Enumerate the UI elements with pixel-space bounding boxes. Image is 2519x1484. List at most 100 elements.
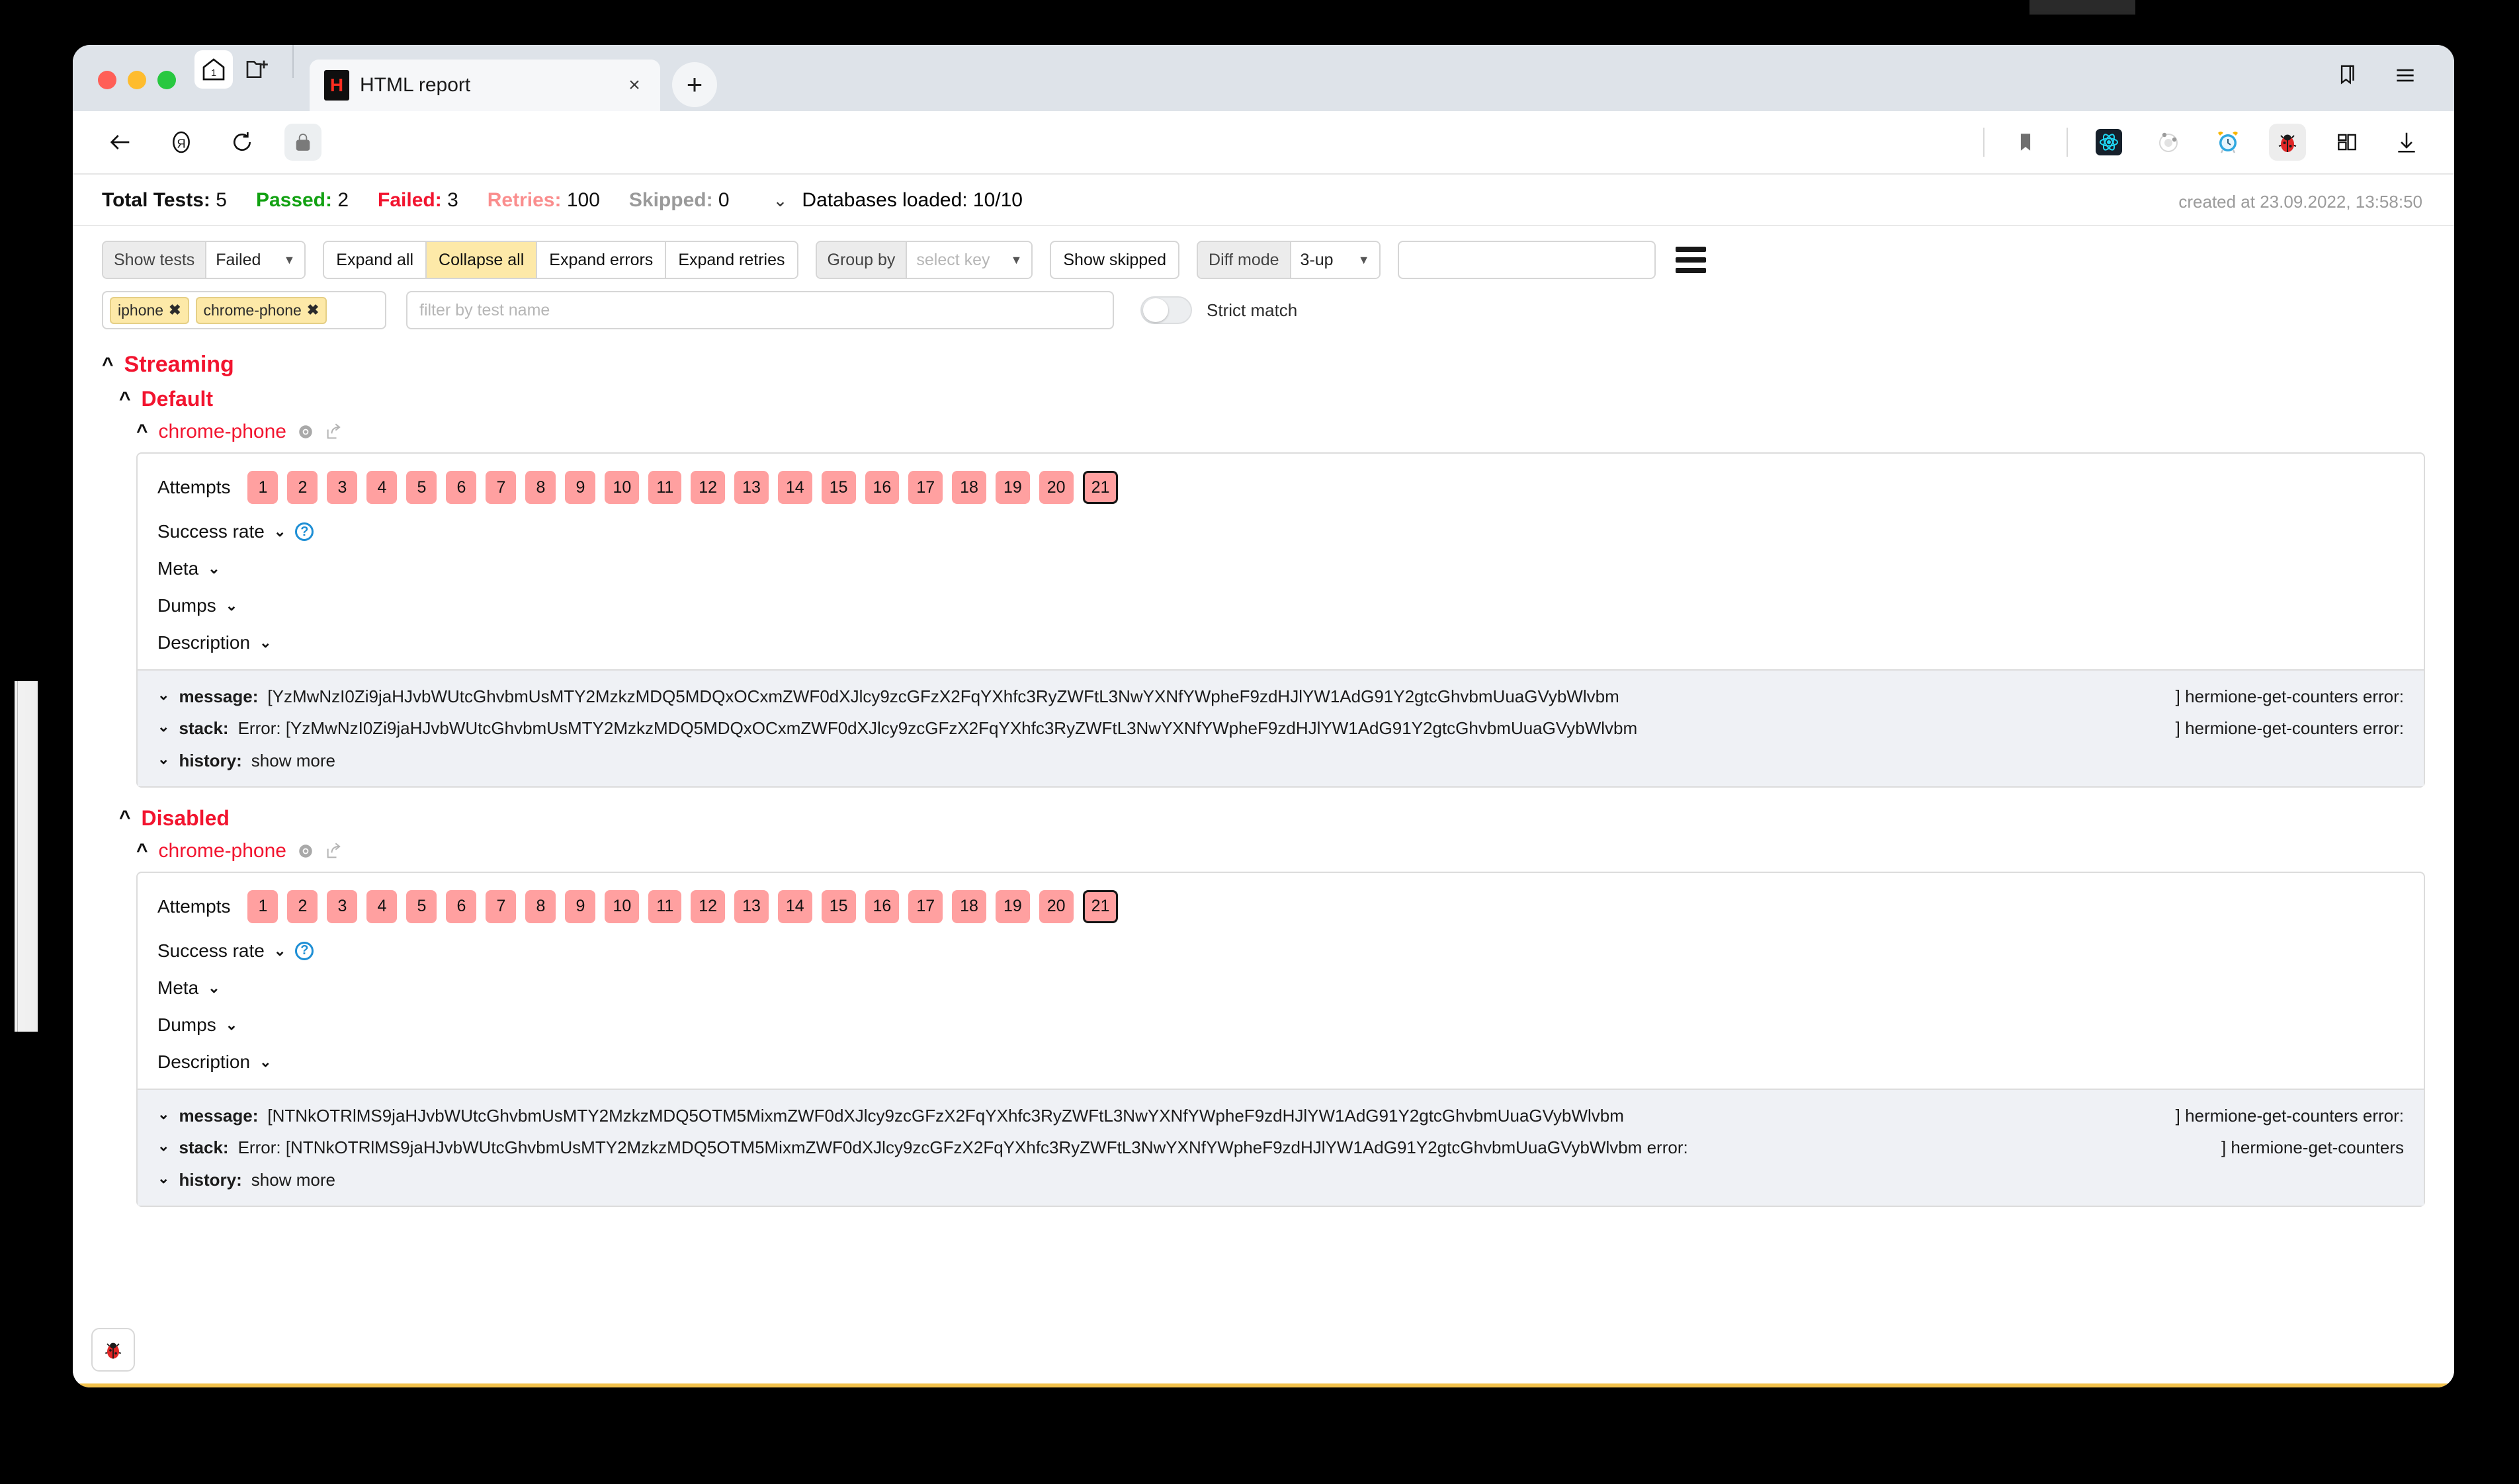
chevron-down-icon[interactable]: ⌄ (773, 190, 788, 211)
eye-icon[interactable] (297, 423, 314, 440)
attempt-badge[interactable]: 16 (865, 890, 900, 923)
attempt-badge[interactable]: 20 (1039, 890, 1074, 923)
expand-all-button[interactable]: Expand all (324, 242, 427, 278)
chevron-down-icon[interactable]: ⌄ (274, 942, 286, 960)
error-stack-line[interactable]: ⌄ stack: Error: [YzMwNzI0Zi9jaHJvbWUtcGh… (157, 717, 2404, 739)
attempt-badge[interactable]: 18 (952, 471, 986, 504)
show-tests-select[interactable]: Failed ▼ (205, 242, 304, 278)
attempt-badge[interactable]: 14 (778, 890, 812, 923)
chevron-down-icon[interactable]: ⌄ (157, 1169, 169, 1188)
extensions-puzzle-icon[interactable] (2328, 124, 2366, 161)
attempt-badge[interactable]: 4 (366, 890, 397, 923)
bookmark-icon[interactable] (2007, 124, 2044, 161)
chevron-down-icon[interactable]: ⌄ (157, 1136, 169, 1155)
group-by-select[interactable]: select key ▼ (906, 242, 1031, 278)
attempt-badge[interactable]: 21 (1083, 890, 1119, 923)
chevron-down-icon[interactable]: ⌄ (157, 749, 169, 768)
attempt-badge[interactable]: 17 (908, 471, 943, 504)
maximize-window-button[interactable] (157, 71, 176, 89)
show-skipped-button[interactable]: Show skipped (1050, 241, 1179, 279)
success-rate-row[interactable]: Success rate ⌄ ? (157, 940, 2404, 962)
close-icon[interactable]: ✖ (169, 302, 181, 319)
expand-retries-button[interactable]: Expand retries (666, 242, 796, 278)
attempt-badge[interactable]: 15 (822, 890, 856, 923)
attempt-badge[interactable]: 2 (287, 471, 318, 504)
error-message-line[interactable]: ⌄ message: [NTNkOTRlMS9jaHJvbWUtcGhvbmUs… (157, 1104, 2404, 1127)
attempt-badge[interactable]: 13 (734, 471, 769, 504)
chevron-down-icon[interactable]: ⌄ (157, 1104, 169, 1124)
eye-icon[interactable] (297, 843, 314, 860)
chevron-down-icon[interactable]: ⌄ (208, 560, 220, 577)
orbit-extension-icon[interactable] (2150, 124, 2187, 161)
error-history-value[interactable]: show more (251, 1169, 335, 1191)
attempt-badge[interactable]: 7 (486, 471, 516, 504)
attempt-badge[interactable]: 5 (406, 471, 437, 504)
attempt-badge[interactable]: 11 (648, 890, 681, 923)
bookmarks-panel-icon[interactable] (2331, 60, 2363, 91)
attempt-badge[interactable]: 3 (327, 890, 357, 923)
description-row[interactable]: Description ⌄ (157, 1051, 2404, 1073)
meta-row[interactable]: Meta ⌄ (157, 558, 2404, 579)
close-icon[interactable]: ✖ (307, 302, 319, 319)
filter-chip-iphone[interactable]: iphone ✖ (110, 297, 189, 324)
dumps-row[interactable]: Dumps ⌄ (157, 1014, 2404, 1036)
attempt-badge[interactable]: 6 (446, 471, 476, 504)
attempt-badge[interactable]: 18 (952, 890, 986, 923)
attempt-badge[interactable]: 9 (565, 471, 595, 504)
yandex-icon[interactable]: Я (163, 124, 200, 161)
chevron-up-icon[interactable]: ^ (102, 355, 114, 375)
chevron-up-icon[interactable]: ^ (136, 841, 148, 861)
attempt-badge[interactable]: 20 (1039, 471, 1074, 504)
strict-match-toggle[interactable] (1140, 296, 1192, 324)
attempt-badge[interactable]: 13 (734, 890, 769, 923)
help-icon[interactable]: ? (295, 942, 314, 960)
expand-errors-button[interactable]: Expand errors (537, 242, 666, 278)
share-icon[interactable] (325, 842, 343, 860)
new-tab-button[interactable]: + (672, 62, 717, 107)
extra-text-input[interactable] (1398, 241, 1656, 279)
description-row[interactable]: Description ⌄ (157, 632, 2404, 653)
attempt-badge[interactable]: 10 (605, 890, 639, 923)
databases-loaded[interactable]: ⌄ Databases loaded: 10/10 (773, 189, 1023, 212)
error-message-line[interactable]: ⌄ message: [YzMwNzI0Zi9jaHJvbWUtcGhvbmUs… (157, 685, 2404, 708)
attempt-badge[interactable]: 8 (525, 471, 556, 504)
attempt-badge[interactable]: 8 (525, 890, 556, 923)
attempt-badge[interactable]: 1 (247, 471, 278, 504)
chevron-down-icon[interactable]: ⌄ (208, 979, 220, 997)
attempt-badge[interactable]: 1 (247, 890, 278, 923)
chevron-down-icon[interactable]: ⌄ (226, 597, 237, 614)
attempt-badge[interactable]: 5 (406, 890, 437, 923)
chevron-down-icon[interactable]: ⌄ (259, 1053, 271, 1071)
filter-by-test-name-input[interactable]: filter by test name (406, 291, 1114, 329)
attempt-badge[interactable]: 21 (1083, 471, 1119, 504)
suite-node-streaming[interactable]: ^ Streaming (102, 352, 2425, 378)
chevron-down-icon[interactable]: ⌄ (226, 1016, 237, 1034)
share-icon[interactable] (325, 423, 343, 441)
attempt-badge[interactable]: 3 (327, 471, 357, 504)
chevron-up-icon[interactable]: ^ (136, 422, 148, 442)
download-icon[interactable] (2388, 124, 2425, 161)
chevron-down-icon[interactable]: ⌄ (157, 717, 169, 736)
attempt-badge[interactable]: 9 (565, 890, 595, 923)
attempt-badge[interactable]: 17 (908, 890, 943, 923)
browser-filter-chips[interactable]: iphone ✖ chrome-phone ✖ (102, 291, 386, 329)
attempt-badge[interactable]: 16 (865, 471, 900, 504)
list-view-icon[interactable] (1676, 247, 1706, 273)
home-icon[interactable]: 1 (194, 50, 233, 89)
attempt-badge[interactable]: 12 (691, 471, 725, 504)
new-folder-icon[interactable] (238, 50, 277, 89)
success-rate-row[interactable]: Success rate ⌄ ? (157, 521, 2404, 542)
react-devtools-icon[interactable] (2090, 124, 2127, 161)
chevron-down-icon[interactable]: ⌄ (259, 634, 271, 651)
back-arrow-icon[interactable] (102, 124, 139, 161)
meta-row[interactable]: Meta ⌄ (157, 977, 2404, 999)
collapse-all-button[interactable]: Collapse all (427, 242, 537, 278)
dumps-row[interactable]: Dumps ⌄ (157, 595, 2404, 616)
close-icon[interactable]: × (623, 74, 646, 97)
attempt-badge[interactable]: 14 (778, 471, 812, 504)
close-window-button[interactable] (98, 71, 116, 89)
error-history-value[interactable]: show more (251, 749, 335, 772)
browser-tab-html-report[interactable]: H HTML report × (310, 60, 660, 111)
attempt-badge[interactable]: 6 (446, 890, 476, 923)
attempt-badge[interactable]: 19 (996, 890, 1030, 923)
